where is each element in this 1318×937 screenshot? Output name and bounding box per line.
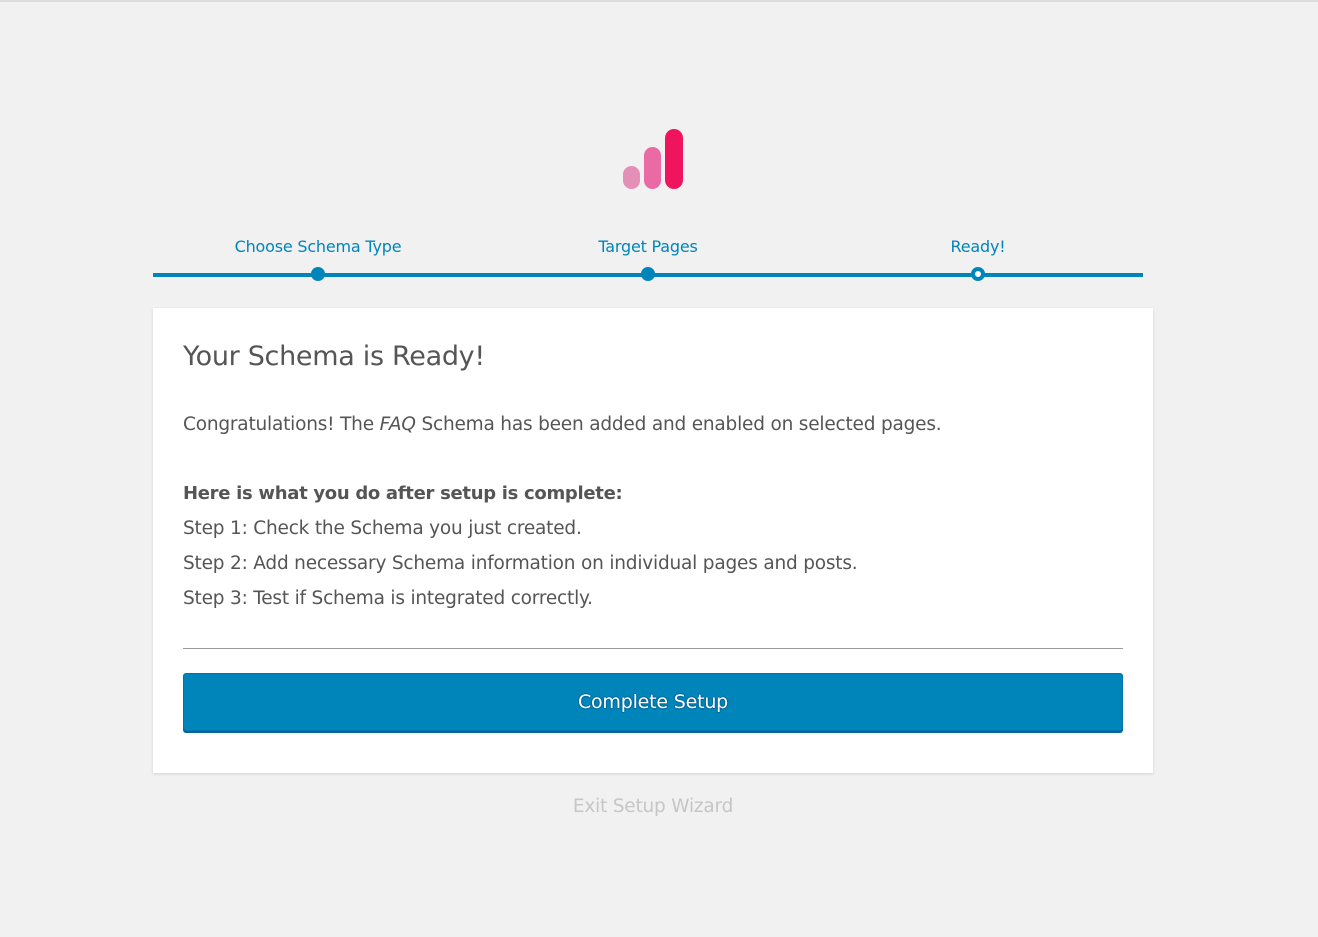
congratulations-text: Congratulations! The FAQ Schema has been… bbox=[183, 414, 942, 435]
exit-setup-wizard-link[interactable]: Exit Setup Wizard bbox=[453, 796, 853, 817]
logo-icon bbox=[620, 126, 686, 192]
divider bbox=[183, 648, 1123, 649]
step-ready[interactable]: Ready! bbox=[813, 236, 1143, 281]
intro-suffix: Schema has been added and enabled on sel… bbox=[415, 414, 942, 435]
after-setup-heading: Here is what you do after setup is compl… bbox=[183, 483, 623, 504]
card-title: Your Schema is Ready! bbox=[183, 341, 485, 372]
step-target-pages[interactable]: Target Pages bbox=[483, 236, 813, 281]
intro-prefix: Congratulations! The bbox=[183, 414, 380, 435]
step-dot-current bbox=[971, 267, 985, 281]
instruction-step-3: Step 3: Test if Schema is integrated cor… bbox=[183, 588, 593, 609]
complete-setup-button[interactable]: Complete Setup bbox=[183, 673, 1123, 731]
setup-progress: Choose Schema Type Target Pages Ready! bbox=[153, 236, 1143, 286]
instruction-step-1: Step 1: Check the Schema you just create… bbox=[183, 518, 582, 539]
step-label: Choose Schema Type bbox=[234, 237, 402, 256]
step-dot bbox=[641, 267, 655, 281]
step-label: Target Pages bbox=[598, 237, 698, 256]
step-choose-schema-type[interactable]: Choose Schema Type bbox=[153, 236, 483, 281]
schema-type-name: FAQ bbox=[379, 414, 416, 435]
setup-card: Your Schema is Ready! Congratulations! T… bbox=[153, 308, 1153, 773]
top-border bbox=[0, 0, 1318, 2]
instruction-step-2: Step 2: Add necessary Schema information… bbox=[183, 553, 858, 574]
step-dot bbox=[311, 267, 325, 281]
step-label: Ready! bbox=[950, 237, 1006, 256]
